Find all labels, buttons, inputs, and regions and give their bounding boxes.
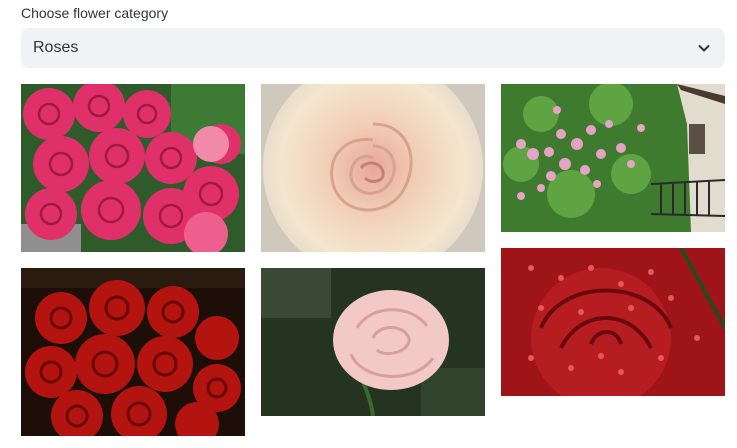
category-select[interactable]: Roses xyxy=(21,28,725,68)
image-cream-rose-closeup[interactable] xyxy=(261,84,485,252)
image-pink-rose-bouquet[interactable] xyxy=(21,84,245,252)
category-label: Choose flower category xyxy=(21,5,169,21)
image-column-2 xyxy=(261,84,485,436)
image-climbing-roses-balcony[interactable] xyxy=(501,84,725,232)
image-grid xyxy=(21,84,725,436)
image-column-3 xyxy=(501,84,725,436)
image-column-1 xyxy=(21,84,245,436)
image-pale-pink-rose[interactable] xyxy=(261,268,485,416)
image-red-rose-dewdrops[interactable] xyxy=(501,248,725,396)
image-red-rose-bouquet[interactable] xyxy=(21,268,245,436)
chevron-down-icon xyxy=(697,41,711,55)
flower-gallery-app: Choose flower category Roses xyxy=(0,0,737,448)
category-select-value: Roses xyxy=(33,39,79,56)
